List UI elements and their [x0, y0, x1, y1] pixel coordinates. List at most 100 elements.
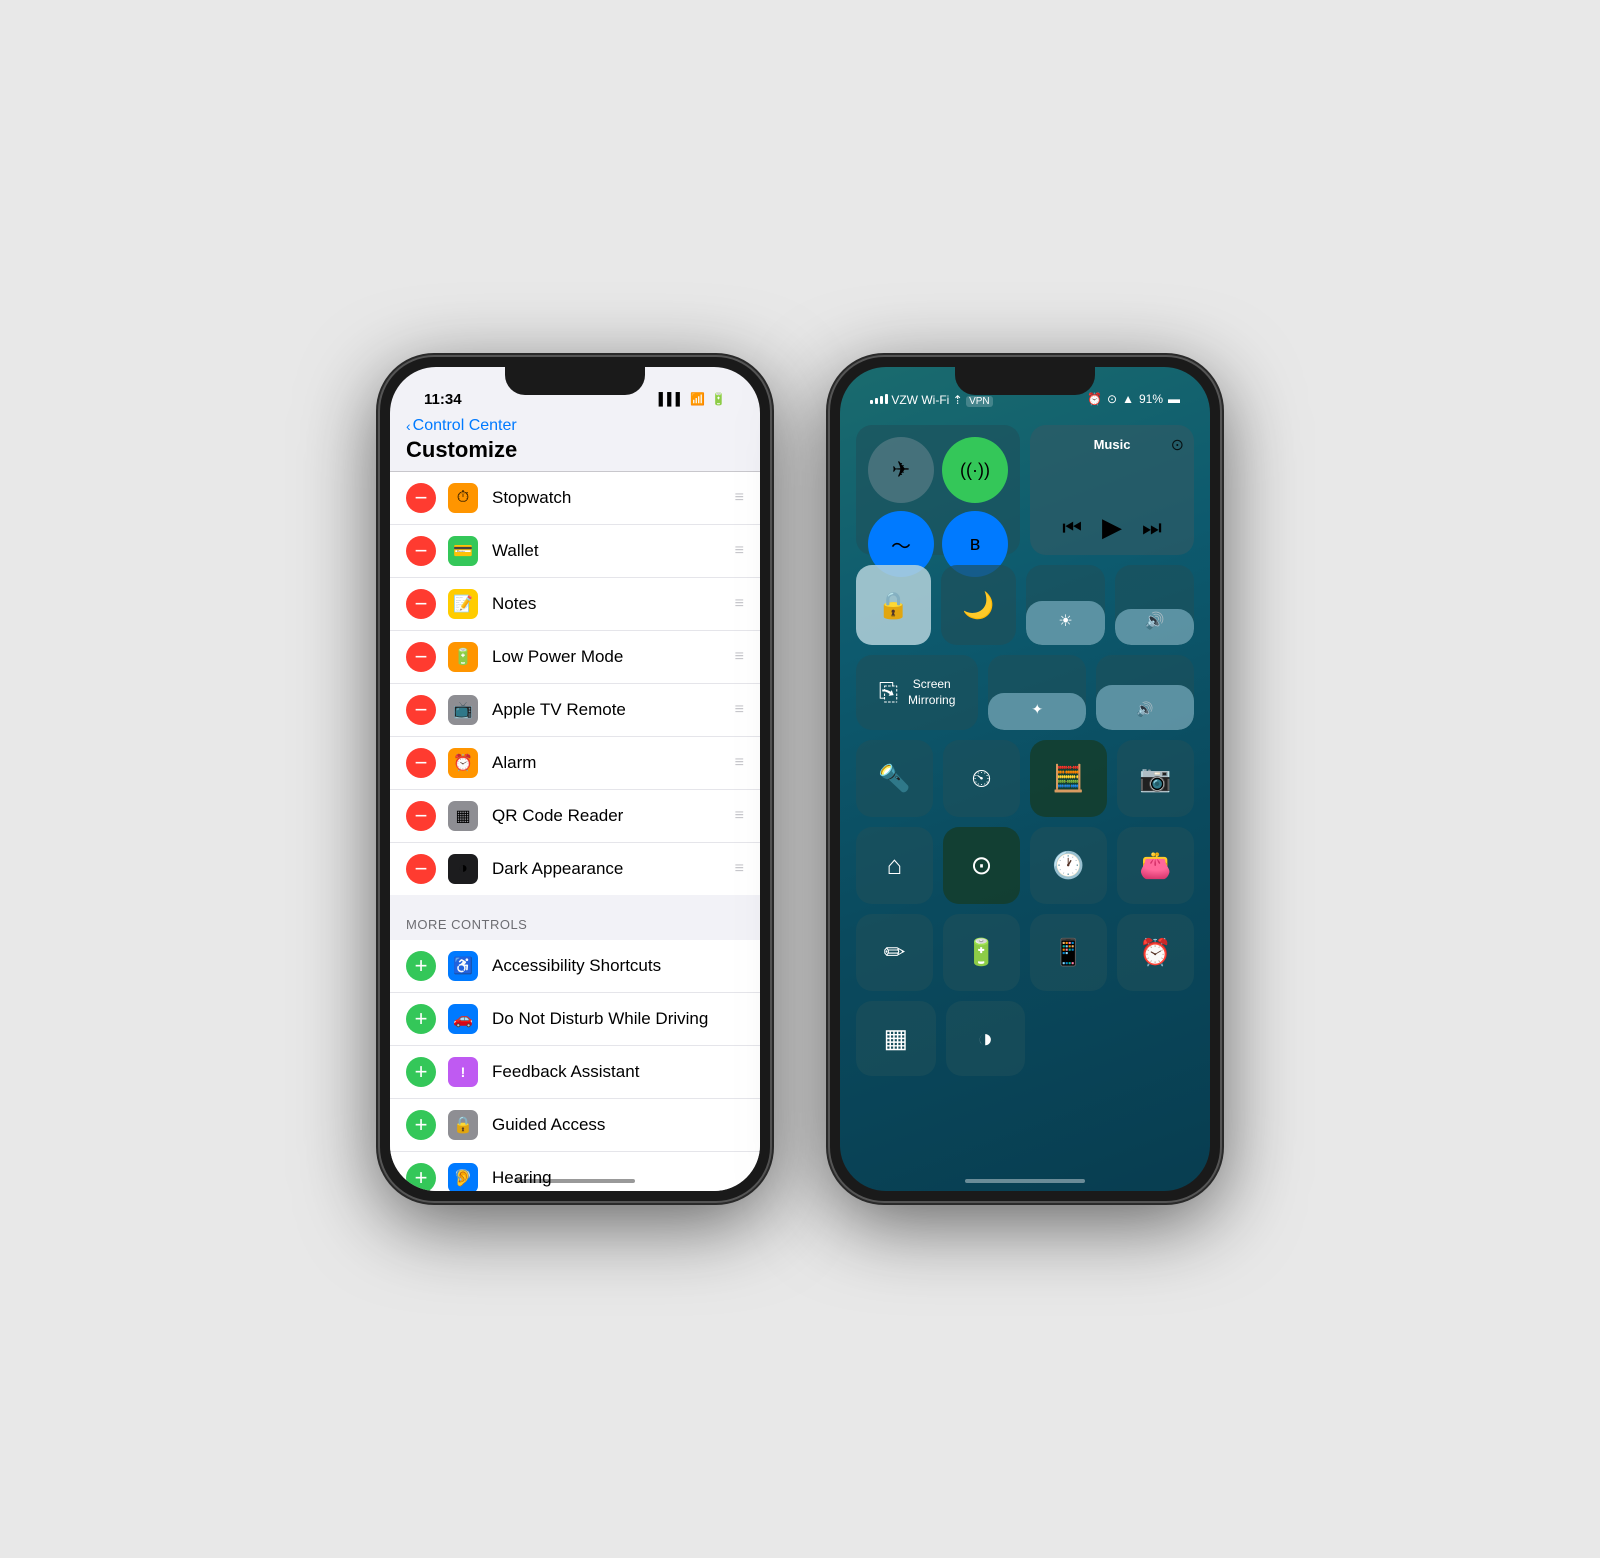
volume-icon: 🔊 [1145, 611, 1165, 631]
prev-track-button[interactable]: ⏮ [1062, 515, 1082, 541]
hearing-icon: 🦻 [448, 1163, 478, 1191]
signal-icon: ▌▌▌ [659, 392, 685, 406]
list-item[interactable]: + ! Feedback Assistant [390, 1046, 760, 1099]
drag-handle-icon[interactable]: ≡ [735, 489, 744, 507]
alarm-cc-button[interactable]: ⏰ [1117, 914, 1194, 991]
next-track-button[interactable]: ⏭ [1142, 515, 1162, 541]
wifi-icon: ⇡ [953, 393, 963, 407]
list-item[interactable]: − 📝 Notes ≡ [390, 578, 760, 631]
home-button[interactable]: ⌂ [856, 827, 933, 904]
qr-code-button[interactable]: ▦ [856, 1001, 936, 1076]
brightness-icon: ☀ [1058, 611, 1072, 631]
remove-button[interactable]: − [406, 536, 436, 566]
list-item[interactable]: + 🔒 Guided Access [390, 1099, 760, 1152]
more-controls-section: + ♿ Accessibility Shortcuts + 🚗 Do Not D… [390, 940, 760, 1191]
camera-button[interactable]: 📷 [1117, 740, 1194, 817]
drag-handle-icon[interactable]: ≡ [735, 595, 744, 613]
remove-button[interactable]: − [406, 642, 436, 672]
remote-button[interactable]: 📱 [1030, 914, 1107, 991]
record-icon: ⊙ [971, 850, 993, 881]
item-label: Stopwatch [492, 488, 735, 508]
moon-icon: 🌙 [962, 590, 994, 621]
calculator-button[interactable]: 🧮 [1030, 740, 1107, 817]
notch [955, 367, 1095, 395]
music-tile[interactable]: ⊙ Music ⏮ ▶ ⏭ [1030, 425, 1194, 555]
screen-mirroring-button[interactable]: ⎘ ScreenMirroring [856, 655, 978, 730]
do-not-disturb-button[interactable]: 🌙 [941, 565, 1016, 645]
rotation-lock-button[interactable]: 🔒 [856, 565, 931, 645]
carrier-label: VZW Wi-Fi [891, 393, 949, 407]
dark-mode-button[interactable]: ◑ [946, 1001, 1026, 1076]
music-controls: ⏮ ▶ ⏭ [1042, 512, 1182, 543]
drag-handle-icon[interactable]: ≡ [735, 860, 744, 878]
add-button[interactable]: + [406, 1110, 436, 1140]
cc-row-5: ⌂ ⊙ 🕐 👛 [856, 827, 1194, 904]
cc-status-right: ⏰ ⊙ ▲ 91% ▬ [1087, 392, 1180, 406]
add-button[interactable]: + [406, 1163, 436, 1191]
add-button[interactable]: + [406, 951, 436, 981]
screen-mirroring-label: ScreenMirroring [908, 677, 955, 708]
remove-button[interactable]: − [406, 483, 436, 513]
brightness-slider[interactable]: ☀ [1026, 565, 1105, 645]
play-pause-button[interactable]: ▶ [1102, 512, 1122, 543]
control-center-screen: VZW Wi-Fi ⇡ VPN ⏰ ⊙ ▲ 91% ▬ ✈ [840, 367, 1210, 1191]
notes-cc-icon: ✏ [884, 937, 906, 968]
stopwatch-icon: ⏱ [448, 483, 478, 513]
drag-handle-icon[interactable]: ≡ [735, 754, 744, 772]
remove-button[interactable]: − [406, 801, 436, 831]
alarm-cc-icon: ⏰ [1139, 937, 1171, 968]
clock-icon: 🕐 [1052, 850, 1084, 881]
timer-button[interactable]: ⏲ [943, 740, 1020, 817]
remove-button[interactable]: − [406, 589, 436, 619]
cc-row-mirroring: ⎘ ScreenMirroring ✦ 🔊 [856, 655, 1194, 730]
volume-vertical[interactable]: 🔊 [1096, 655, 1194, 730]
item-label: Do Not Disturb While Driving [492, 1009, 744, 1029]
brightness-vertical[interactable]: ✦ [988, 655, 1086, 730]
flashlight-icon: 🔦 [878, 763, 910, 794]
calculator-icon: 🧮 [1052, 763, 1084, 794]
volume-slider[interactable]: 🔊 [1115, 565, 1194, 645]
cellular-button[interactable]: ((·)) [942, 437, 1008, 503]
item-label: QR Code Reader [492, 806, 735, 826]
drag-handle-icon[interactable]: ≡ [735, 807, 744, 825]
list-item[interactable]: + 🚗 Do Not Disturb While Driving [390, 993, 760, 1046]
wallet-cc-button[interactable]: 👛 [1117, 827, 1194, 904]
feedback-icon: ! [448, 1057, 478, 1087]
list-item[interactable]: − 💳 Wallet ≡ [390, 525, 760, 578]
airplay-icon[interactable]: ⊙ [1171, 435, 1184, 455]
item-label: Accessibility Shortcuts [492, 956, 744, 976]
drag-handle-icon[interactable]: ≡ [735, 701, 744, 719]
list-item[interactable]: + ♿ Accessibility Shortcuts [390, 940, 760, 993]
home-icon: ⌂ [887, 850, 903, 881]
accessibility-icon: ♿ [448, 951, 478, 981]
airplane-mode-button[interactable]: ✈ [868, 437, 934, 503]
music-label: Music [1042, 437, 1182, 452]
notes-cc-button[interactable]: ✏ [856, 914, 933, 991]
sun-icon: ✦ [1031, 701, 1043, 718]
remove-button[interactable]: − [406, 695, 436, 725]
list-item[interactable]: − ◑ Dark Appearance ≡ [390, 843, 760, 895]
remove-button[interactable]: − [406, 854, 436, 884]
battery-level: 91% [1139, 392, 1163, 406]
drag-handle-icon[interactable]: ≡ [735, 648, 744, 666]
remove-button[interactable]: − [406, 748, 436, 778]
list-item[interactable]: − 📺 Apple TV Remote ≡ [390, 684, 760, 737]
flashlight-button[interactable]: 🔦 [856, 740, 933, 817]
cc-row-controls: 🔒 🌙 ☀ [856, 565, 1194, 645]
item-label: Notes [492, 594, 735, 614]
list-item[interactable]: − 🔋 Low Power Mode ≡ [390, 631, 760, 684]
list-item[interactable]: − ▦ QR Code Reader ≡ [390, 790, 760, 843]
screen-record-button[interactable]: ⊙ [943, 827, 1020, 904]
status-time: 11:34 [424, 391, 462, 408]
list-item[interactable]: − ⏰ Alarm ≡ [390, 737, 760, 790]
clock-button[interactable]: 🕐 [1030, 827, 1107, 904]
add-button[interactable]: + [406, 1057, 436, 1087]
network-tile[interactable]: ✈ ((·)) 〜 ʙ [856, 425, 1020, 555]
list-item[interactable]: + 🦻 Hearing [390, 1152, 760, 1191]
cc-row-network-music: ✈ ((·)) 〜 ʙ ⊙ Music ⏮ ▶ ⏭ [856, 425, 1194, 555]
battery-cc-button[interactable]: 🔋 [943, 914, 1020, 991]
dark-appearance-icon: ◑ [448, 854, 478, 884]
drag-handle-icon[interactable]: ≡ [735, 542, 744, 560]
list-item[interactable]: − ⏱ Stopwatch ≡ [390, 472, 760, 525]
add-button[interactable]: + [406, 1004, 436, 1034]
